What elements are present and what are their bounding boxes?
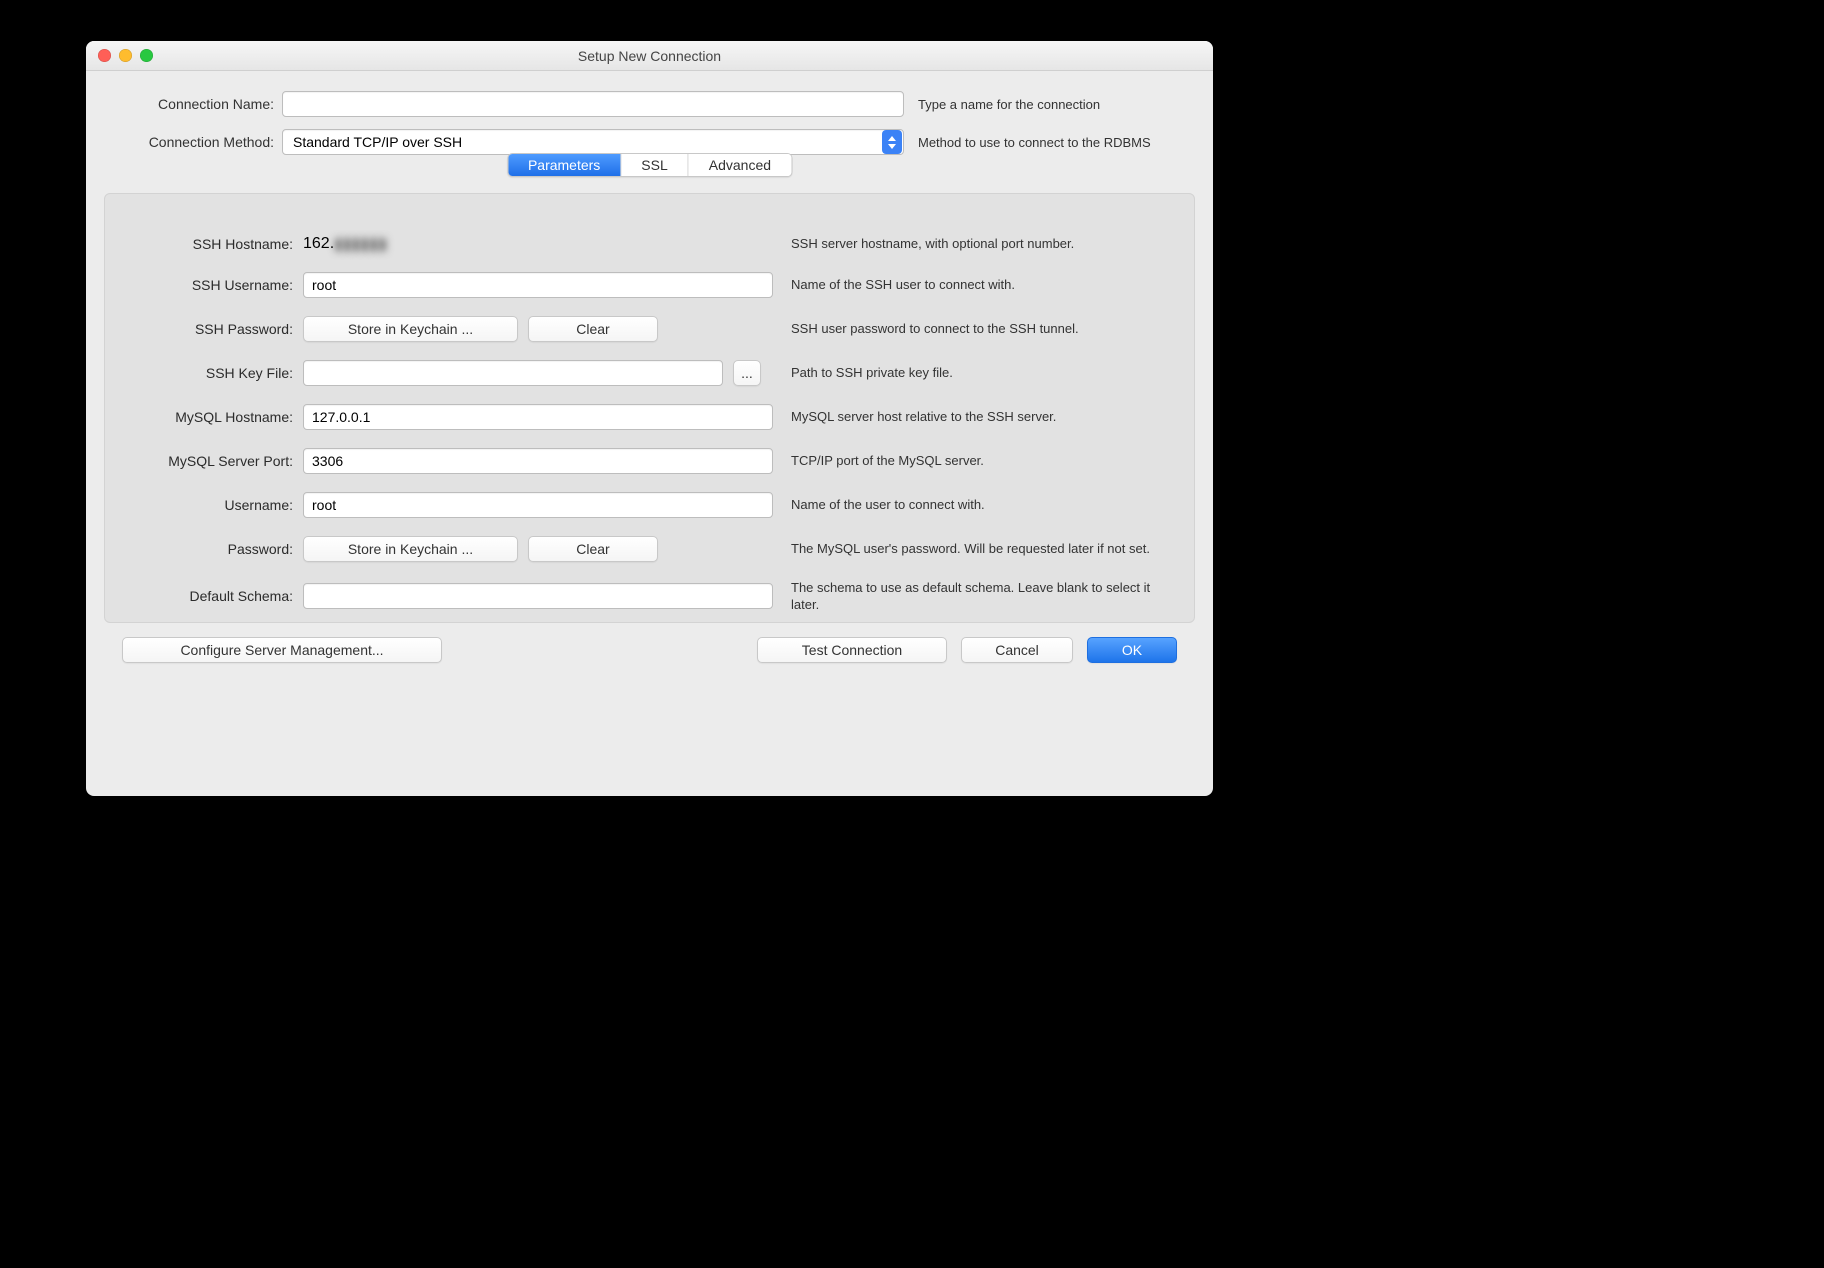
password-clear-button[interactable]: Clear [528,536,658,562]
configure-server-button[interactable]: Configure Server Management... [122,637,442,663]
ssh-keyfile-hint: Path to SSH private key file. [773,365,1176,382]
username-hint: Name of the user to connect with. [773,497,1176,514]
ssh-keyfile-label: SSH Key File: [123,365,303,381]
default-schema-input[interactable] [303,583,773,609]
password-hint: The MySQL user's password. Will be reque… [773,541,1176,558]
ssh-keyfile-browse-button[interactable]: ... [733,360,761,386]
connection-method-label: Connection Method: [104,134,282,150]
ssh-hostname-input[interactable]: 162.▮▮▮▮▮▮ [303,234,773,254]
row-ssh-hostname: SSH Hostname: 162.▮▮▮▮▮▮ SSH server host… [123,234,1176,254]
zoom-icon[interactable] [140,49,153,62]
username-input[interactable] [303,492,773,518]
password-store-button[interactable]: Store in Keychain ... [303,536,518,562]
titlebar: Setup New Connection [86,41,1213,71]
ssh-password-hint: SSH user password to connect to the SSH … [773,321,1176,338]
parameters-panel: SSH Hostname: 162.▮▮▮▮▮▮ SSH server host… [104,193,1195,623]
ssh-password-store-button[interactable]: Store in Keychain ... [303,316,518,342]
tab-ssl[interactable]: SSL [621,154,688,176]
ssh-keyfile-input[interactable] [303,360,723,386]
connection-name-input[interactable] [282,91,904,117]
connection-method-select[interactable]: Standard TCP/IP over SSH [282,129,904,155]
row-default-schema: Default Schema: The schema to use as def… [123,580,1176,612]
row-mysql-port: MySQL Server Port: TCP/IP port of the My… [123,448,1176,474]
mysql-port-hint: TCP/IP port of the MySQL server. [773,453,1176,470]
connection-method-value: Standard TCP/IP over SSH [293,134,462,150]
dialog-body: Connection Name: Type a name for the con… [86,71,1213,796]
row-connection-name: Connection Name: Type a name for the con… [104,91,1195,117]
ssh-password-clear-button[interactable]: Clear [528,316,658,342]
window-title: Setup New Connection [86,48,1213,64]
row-password: Password: Store in Keychain ... Clear Th… [123,536,1176,562]
ssh-username-label: SSH Username: [123,277,303,293]
row-ssh-username: SSH Username: Name of the SSH user to co… [123,272,1176,298]
default-schema-hint: The schema to use as default schema. Lea… [773,580,1176,612]
cancel-button[interactable]: Cancel [961,637,1073,663]
mysql-port-label: MySQL Server Port: [123,453,303,469]
mysql-hostname-hint: MySQL server host relative to the SSH se… [773,409,1176,426]
row-mysql-hostname: MySQL Hostname: MySQL server host relati… [123,404,1176,430]
ssh-username-input[interactable] [303,272,773,298]
tab-parameters[interactable]: Parameters [508,154,621,176]
close-icon[interactable] [98,49,111,62]
connection-name-label: Connection Name: [104,96,282,112]
row-ssh-keyfile: SSH Key File: ... Path to SSH private ke… [123,360,1176,386]
ssh-hostname-label: SSH Hostname: [123,236,303,252]
row-username: Username: Name of the user to connect wi… [123,492,1176,518]
mysql-port-input[interactable] [303,448,773,474]
ssh-password-label: SSH Password: [123,321,303,337]
password-label: Password: [123,541,303,557]
row-ssh-password: SSH Password: Store in Keychain ... Clea… [123,316,1176,342]
connection-method-hint: Method to use to connect to the RDBMS [904,135,1151,150]
mysql-hostname-input[interactable] [303,404,773,430]
default-schema-label: Default Schema: [123,588,303,604]
ssh-hostname-hint: SSH server hostname, with optional port … [773,236,1176,253]
username-label: Username: [123,497,303,513]
tab-bar: Parameters SSL Advanced [507,153,792,177]
row-connection-method: Connection Method: Standard TCP/IP over … [104,129,1195,155]
dialog-footer: Configure Server Management... Test Conn… [104,623,1195,681]
tab-advanced[interactable]: Advanced [689,154,791,176]
ssh-username-hint: Name of the SSH user to connect with. [773,277,1176,294]
test-connection-button[interactable]: Test Connection [757,637,947,663]
dialog-window: Setup New Connection Connection Name: Ty… [86,41,1213,796]
window-controls [98,49,153,62]
mysql-hostname-label: MySQL Hostname: [123,409,303,425]
minimize-icon[interactable] [119,49,132,62]
connection-name-hint: Type a name for the connection [904,97,1100,112]
ok-button[interactable]: OK [1087,637,1177,663]
updown-arrows-icon [882,130,902,154]
